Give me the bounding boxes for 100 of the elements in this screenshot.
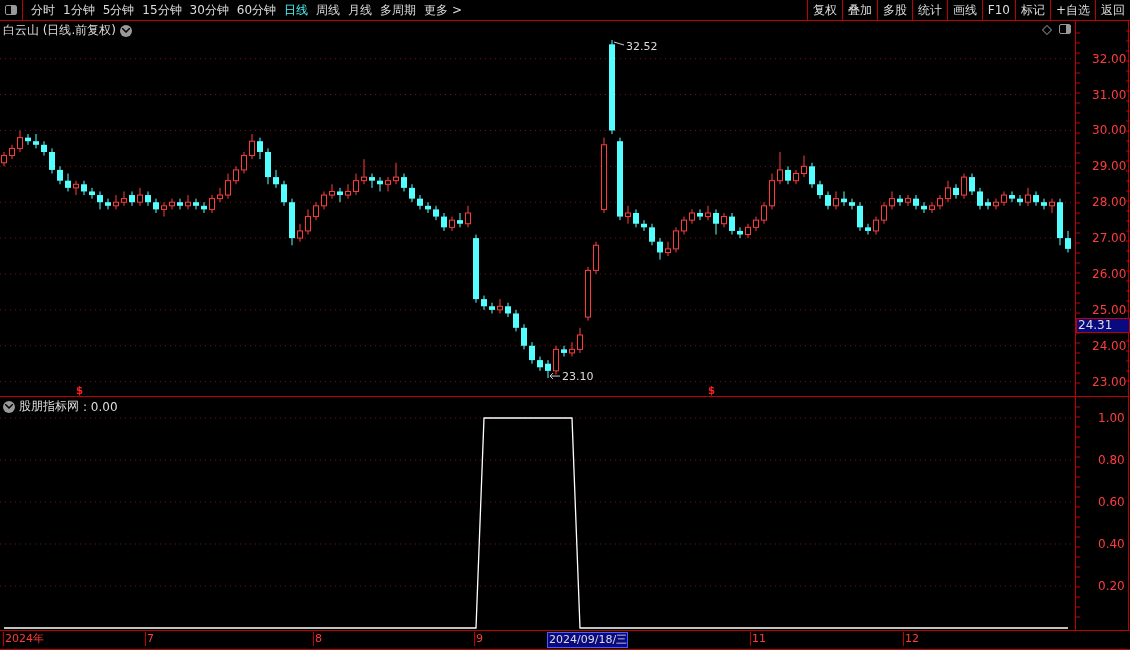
current-price-tag: 24.31 <box>1076 318 1130 333</box>
candle <box>553 345 559 375</box>
candle <box>313 201 319 221</box>
candle <box>753 216 759 232</box>
date-label: 12 <box>903 632 919 646</box>
candle <box>929 201 935 214</box>
candle <box>169 198 175 210</box>
candle <box>1041 198 1047 210</box>
candle <box>593 241 599 275</box>
candle <box>257 137 263 160</box>
candle <box>761 201 767 225</box>
candle <box>681 216 687 235</box>
candle <box>529 341 535 365</box>
period-tab[interactable]: 1分钟 <box>63 1 95 19</box>
date-label: 2024/09/18/三 <box>547 632 629 648</box>
candle <box>745 223 751 239</box>
candle <box>633 208 639 228</box>
candle <box>977 187 983 210</box>
chart-title: 白云山 (日线.前复权) <box>3 22 116 39</box>
leader-line <box>549 372 561 380</box>
candle <box>1049 198 1055 214</box>
candle <box>377 176 383 192</box>
candle <box>209 194 215 214</box>
candle <box>321 190 327 210</box>
candle <box>889 190 895 210</box>
candle <box>281 180 287 207</box>
candle <box>289 198 295 246</box>
candle <box>937 194 943 210</box>
candle <box>137 187 143 207</box>
event-marker[interactable]: $ <box>708 385 715 396</box>
candle <box>41 140 47 157</box>
period-tab[interactable]: 15分钟 <box>142 1 182 19</box>
candle <box>737 226 743 239</box>
period-tab[interactable]: 5分钟 <box>102 1 135 19</box>
candle <box>577 327 583 354</box>
price-tick-label: 23.00 <box>1092 374 1127 389</box>
candle <box>665 241 671 257</box>
period-tab[interactable]: 60分钟 <box>236 1 277 19</box>
candle <box>513 309 519 332</box>
candle <box>849 198 855 210</box>
panel-toggle-icon[interactable] <box>1058 22 1072 36</box>
candle <box>505 302 511 318</box>
candle <box>361 158 367 185</box>
candle <box>1057 198 1063 246</box>
candle <box>481 295 487 311</box>
indicator-value: : 0.00 <box>83 399 118 414</box>
price-tick-label: 28.00 <box>1092 195 1127 210</box>
candle <box>817 180 823 200</box>
candle <box>865 223 871 235</box>
candle <box>369 173 375 189</box>
candle <box>129 190 135 207</box>
candle <box>777 151 783 185</box>
candle <box>489 302 495 314</box>
candle <box>985 198 991 210</box>
price-annotation: 32.52 <box>626 40 658 53</box>
candle <box>857 201 863 232</box>
candle <box>105 198 111 210</box>
price-tick-label: 27.00 <box>1092 231 1127 246</box>
period-tab[interactable]: 周线 <box>316 1 341 19</box>
candle <box>353 173 359 196</box>
date-label: 11 <box>750 632 766 646</box>
candle <box>769 173 775 210</box>
period-tab[interactable]: 日线 <box>284 1 309 19</box>
dropdown-icon[interactable] <box>3 400 15 413</box>
event-marker[interactable]: $ <box>76 385 83 396</box>
period-tab[interactable]: 30分钟 <box>189 1 229 19</box>
candle <box>249 133 255 160</box>
candle <box>217 187 223 203</box>
period-tab[interactable]: 月线 <box>348 1 373 19</box>
candle <box>497 298 503 314</box>
candle <box>33 133 39 149</box>
candle <box>433 205 439 221</box>
candle <box>425 201 431 214</box>
candle <box>393 162 399 185</box>
candle <box>649 223 655 246</box>
y-tick-label: 0.20 <box>1098 579 1125 593</box>
candle <box>793 169 799 185</box>
price-tick-label: 25.00 <box>1092 302 1127 317</box>
candle <box>729 212 735 235</box>
candle <box>225 173 231 200</box>
candle <box>153 198 159 214</box>
candle <box>801 155 807 178</box>
dropdown-icon[interactable] <box>120 24 132 37</box>
candle <box>841 190 847 207</box>
candle <box>337 187 343 203</box>
y-tick-label: 0.80 <box>1098 453 1125 467</box>
candle <box>97 190 103 210</box>
period-tab[interactable]: 分时 <box>31 1 55 19</box>
candle <box>537 356 543 372</box>
period-tab[interactable]: 多周期 <box>380 1 417 19</box>
candle <box>145 190 151 207</box>
candle <box>1001 190 1007 207</box>
price-tick-label: 31.00 <box>1092 87 1127 102</box>
candle <box>305 208 311 235</box>
candle <box>233 165 239 185</box>
period-tab[interactable]: 更多 > <box>424 1 462 19</box>
diamond-icon[interactable] <box>1042 25 1052 35</box>
candle <box>17 129 23 153</box>
indicator-name: 股朋指标网 <box>19 398 79 415</box>
candle <box>961 173 967 200</box>
